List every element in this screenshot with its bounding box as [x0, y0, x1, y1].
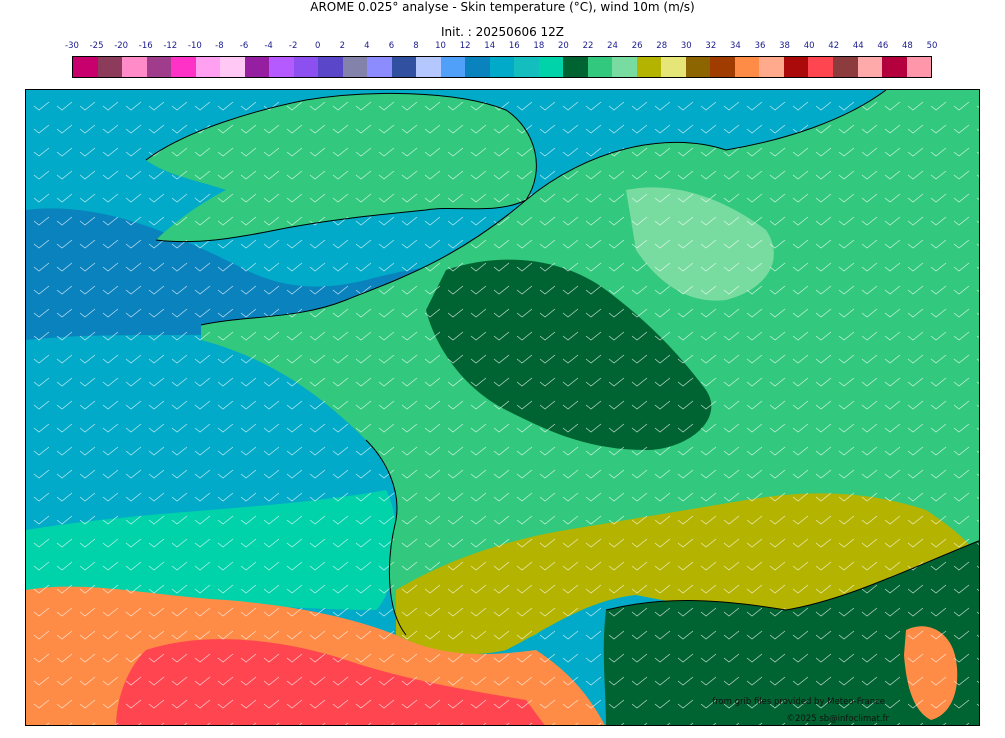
legend-swatch: [489, 57, 515, 77]
legend-swatch: [832, 57, 858, 77]
legend-tick-label: 6: [388, 41, 395, 51]
legend-swatch: [538, 57, 564, 77]
legend-swatch: [857, 57, 883, 77]
legend-tick-label: -6: [239, 41, 249, 51]
legend-swatch: [73, 57, 98, 77]
legend-tick-label: 40: [803, 41, 815, 51]
legend-swatch: [514, 57, 539, 77]
legend-swatch: [612, 57, 637, 77]
legend-swatch: [342, 57, 368, 77]
legend-colorbar: [72, 56, 932, 78]
legend-swatch: [882, 57, 907, 77]
legend-swatch: [391, 57, 417, 77]
legend-tick-label: 20: [558, 41, 569, 51]
legend-swatch: [710, 57, 735, 77]
legend-tick-label: -10: [187, 41, 202, 51]
legend-swatch: [146, 57, 172, 77]
chart-title: AROME 0.025° analyse - Skin temperature …: [310, 0, 695, 14]
legend-swatch: [440, 57, 466, 77]
legend-tick-label: -12: [163, 41, 178, 51]
legend-swatch: [563, 57, 588, 77]
legend-tick-label: 36: [754, 41, 766, 51]
legend-swatch: [195, 57, 221, 77]
legend-tick-label: 24: [607, 41, 618, 51]
map-canvas: [26, 90, 979, 725]
legend-tick-label: 14: [484, 41, 496, 51]
temperature-map: [25, 89, 980, 726]
legend-swatch: [318, 57, 343, 77]
legend-tick-label: 0: [314, 41, 321, 51]
legend-swatch: [906, 57, 932, 77]
legend-tick-label: 28: [656, 41, 668, 51]
legend-swatch: [808, 57, 833, 77]
legend-tick-label: -20: [114, 41, 129, 51]
legend-tick-label: 46: [877, 41, 889, 51]
legend-tick-label: -25: [89, 41, 104, 51]
legend-tick-label: 38: [779, 41, 790, 51]
data-credit: from grib files provided by Meteo-France: [712, 697, 885, 707]
legend-tick-label: 16: [508, 41, 520, 51]
legend-tick-label: 22: [582, 41, 594, 51]
legend-swatch: [734, 57, 760, 77]
legend-tick-label: 4: [364, 41, 370, 51]
legend-tick-label: 44: [852, 41, 864, 51]
legend-tick-label: 34: [730, 41, 741, 51]
legend-tick-label: 10: [435, 41, 446, 51]
legend-tick-label: -4: [264, 41, 273, 51]
legend-tick-label: 50: [926, 41, 938, 51]
legend-tick-label: 32: [705, 41, 717, 51]
legend-swatch: [661, 57, 686, 77]
legend-swatch: [122, 57, 147, 77]
legend-swatch: [293, 57, 319, 77]
legend-swatch: [171, 57, 196, 77]
legend-tick-label: 26: [631, 41, 643, 51]
legend-tick-label: 18: [533, 41, 545, 51]
init-time: Init. : 20250606 12Z: [440, 25, 565, 39]
legend-tick-label: 48: [902, 41, 913, 51]
legend-swatch: [244, 57, 270, 77]
legend-swatch: [759, 57, 784, 77]
legend-tick-label: 30: [680, 41, 692, 51]
legend-tick-label: -30: [65, 41, 79, 51]
legend-tick-label: -2: [288, 41, 298, 51]
legend-tick-label: 8: [413, 41, 419, 51]
copyright-credit: ©2025 sb@infoclimat.fr: [786, 714, 889, 724]
legend-tick-label: -8: [215, 41, 224, 51]
legend-tick-label: 2: [339, 41, 345, 51]
color-legend: -30 -25 -20 -16 -12 -10 -8 -6 -4 -2 0 2 4 6 8 10 12 14 16 1…: [0, 40, 1005, 82]
legend-tick-label: 12: [459, 41, 471, 51]
legend-swatch: [416, 57, 441, 77]
legend-tick-label: 42: [828, 41, 840, 51]
legend-swatch: [685, 57, 711, 77]
legend-swatch: [220, 57, 245, 77]
legend-swatch: [269, 57, 294, 77]
legend-tick-label: -16: [138, 41, 153, 51]
legend-swatch: [97, 57, 123, 77]
legend-swatch: [783, 57, 809, 77]
legend-swatch: [587, 57, 613, 77]
legend-swatch: [367, 57, 392, 77]
legend-swatch: [465, 57, 490, 77]
legend-swatch: [636, 57, 662, 77]
